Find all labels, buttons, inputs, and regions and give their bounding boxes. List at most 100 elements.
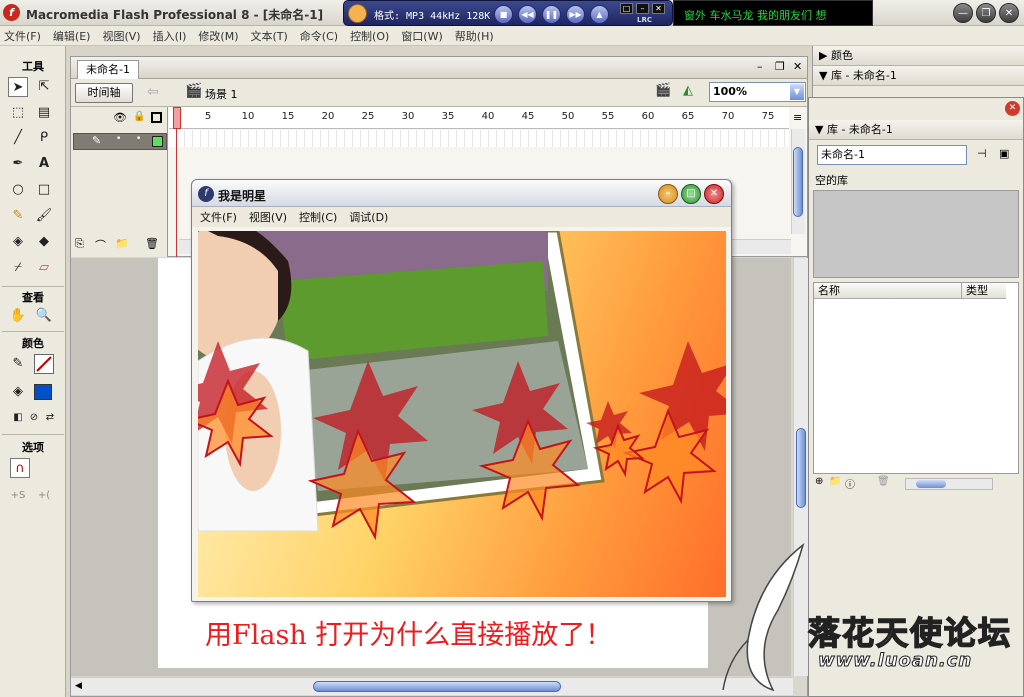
pencil-tool-icon[interactable]: ✎ [8,206,28,226]
pen-tool-icon[interactable]: ✒ [8,154,28,174]
menu-window[interactable]: 窗口(W) [401,28,442,44]
player-title-bar[interactable]: f 我是明星 – □ ✕ [192,180,731,207]
menu-edit[interactable]: 编辑(E) [53,28,91,44]
delete-layer-icon[interactable]: 🗑 [145,237,159,250]
player-menu-control[interactable]: 控制(C) [299,209,337,225]
library-hscroll-thumb[interactable] [916,480,946,488]
color-panel-header[interactable]: ▶ 颜色 [813,46,1024,66]
layer-frames[interactable] [169,130,789,147]
player-menu-file[interactable]: 文件(F) [200,209,237,225]
stage-hscroll-thumb[interactable] [313,681,561,692]
new-library-icon[interactable]: ▣ [999,147,1009,160]
fill-transform-tool-icon[interactable]: ▤ [34,103,54,123]
zoom-select[interactable]: 100% ▼ [709,82,806,102]
selection-tool-icon[interactable]: ➤ [8,77,28,97]
timeline-menu-icon[interactable]: ≡ [793,111,802,124]
doc-restore-icon[interactable]: ❐ [775,60,785,73]
timeline-vscroll-thumb[interactable] [793,147,803,217]
layer-outline-swatch[interactable] [152,136,163,147]
back-arrow-icon[interactable]: ⇦ [147,84,159,100]
zoom-tool-icon[interactable]: 🔍 [34,306,54,326]
insert-layer-icon[interactable]: ⎘ [75,237,84,251]
stage-vscroll-thumb[interactable] [796,428,806,508]
minimize-button[interactable]: — [953,3,973,23]
new-symbol-icon[interactable]: ⊕ [815,476,823,487]
library-close-icon[interactable]: ✕ [1005,101,1020,116]
layer-row[interactable]: ✎ • • [73,133,167,150]
player-close-button[interactable]: ✕ [704,184,724,204]
menu-control[interactable]: 控制(O) [350,28,389,44]
eyedropper-tool-icon[interactable]: ⌿ [8,258,28,278]
lock-icon[interactable]: 🔒 [133,111,145,122]
outline-icon[interactable] [151,112,162,123]
restore-button[interactable]: ❐ [976,3,996,23]
insert-folder-icon[interactable]: 📁 [115,237,129,250]
eject-icon[interactable]: ▲ [590,5,609,24]
library-hscrollbar[interactable] [905,478,993,490]
player-close-icon[interactable]: ✕ [652,3,665,14]
timeline-vertical-scrollbar[interactable] [791,129,805,234]
menu-commands[interactable]: 命令(C) [300,28,338,44]
player-menu-view[interactable]: 视图(V) [249,209,287,225]
brush-tool-icon[interactable]: 🖌 [34,206,54,226]
ink-bottle-tool-icon[interactable]: ◈ [8,232,28,252]
doc-minimize-icon[interactable]: – [757,60,763,73]
player-maximize-button[interactable]: □ [681,184,701,204]
playhead[interactable] [173,107,181,257]
line-tool-icon[interactable]: ╱ [8,128,28,148]
magnet-icon[interactable]: ∩ [10,458,30,478]
subselection-tool-icon[interactable]: ⇱ [34,77,54,97]
rectangle-tool-icon[interactable]: □ [34,180,54,200]
smooth-icon[interactable]: +S [8,486,28,506]
stop-icon[interactable]: ■ [494,5,513,24]
straighten-icon[interactable]: +( [34,486,54,506]
layer-lock-dot[interactable]: • [136,134,141,144]
fill-color-icon[interactable]: ◈ [8,382,28,402]
player-minimize-icon[interactable]: – [636,3,649,14]
oval-tool-icon[interactable]: ○ [8,180,28,200]
player-restore-icon[interactable]: □ [620,3,633,14]
document-tab[interactable]: 未命名-1 [77,60,139,79]
menu-text[interactable]: 文本(T) [250,28,287,44]
frame-ruler[interactable]: 1 5 10 15 20 25 30 35 40 45 50 55 60 65 … [169,107,789,129]
fill-color-swatch[interactable] [34,384,52,400]
text-tool-icon[interactable]: A [34,154,54,174]
library-column-type[interactable]: 类型 [962,283,1006,299]
eye-icon[interactable]: 👁 [113,111,127,124]
new-folder-icon[interactable]: 📁 [829,476,841,487]
next-icon[interactable]: ▶▶ [566,5,585,24]
paint-bucket-tool-icon[interactable]: ◆ [34,232,54,252]
stage-horizontal-scrollbar[interactable]: ◀ [71,677,793,695]
library-column-name[interactable]: 名称 [814,283,962,299]
stroke-color-swatch[interactable] [34,354,54,374]
eraser-tool-icon[interactable]: ▱ [34,258,54,278]
library-document-select[interactable]: 未命名-1 [817,145,967,165]
layer-visible-dot[interactable]: • [116,134,121,144]
doc-close-icon[interactable]: ✕ [793,60,802,73]
properties-icon[interactable]: ⓘ [845,476,855,491]
scroll-left-icon[interactable]: ◀ [75,681,82,691]
menu-insert[interactable]: 插入(I) [153,28,187,44]
pin-library-icon[interactable]: ⊣ [977,147,987,160]
menu-modify[interactable]: 修改(M) [198,28,238,44]
library-title-bar[interactable]: ▼ 库 - 未命名-1 [809,120,1023,140]
hand-tool-icon[interactable]: ✋ [8,306,28,326]
playhead-handle[interactable] [173,107,181,129]
player-menu-debug[interactable]: 调试(D) [349,209,388,225]
zoom-dropdown-icon[interactable]: ▼ [790,84,804,100]
player-minimize-button[interactable]: – [658,184,678,204]
edit-symbols-icon[interactable]: ◭ [683,83,693,98]
menu-file[interactable]: 文件(F) [4,28,41,44]
lrc-label[interactable]: LRC [637,16,652,24]
add-motion-guide-icon[interactable]: ⌒ [95,237,106,253]
pause-icon[interactable]: ❚❚ [542,5,561,24]
lasso-tool-icon[interactable]: ᑭ [34,128,54,148]
library-item-list[interactable]: 名称 类型 [813,282,1019,474]
previous-icon[interactable]: ◀◀ [518,5,537,24]
free-transform-tool-icon[interactable]: ⬚ [8,103,28,123]
edit-scene-icon[interactable]: 🎬 [655,83,671,98]
stroke-color-icon[interactable]: ✎ [8,354,28,374]
delete-icon[interactable]: 🗑 [877,476,890,487]
timeline-toggle-button[interactable]: 时间轴 [75,83,133,103]
swap-colors-icon[interactable]: ⇄ [40,408,60,428]
